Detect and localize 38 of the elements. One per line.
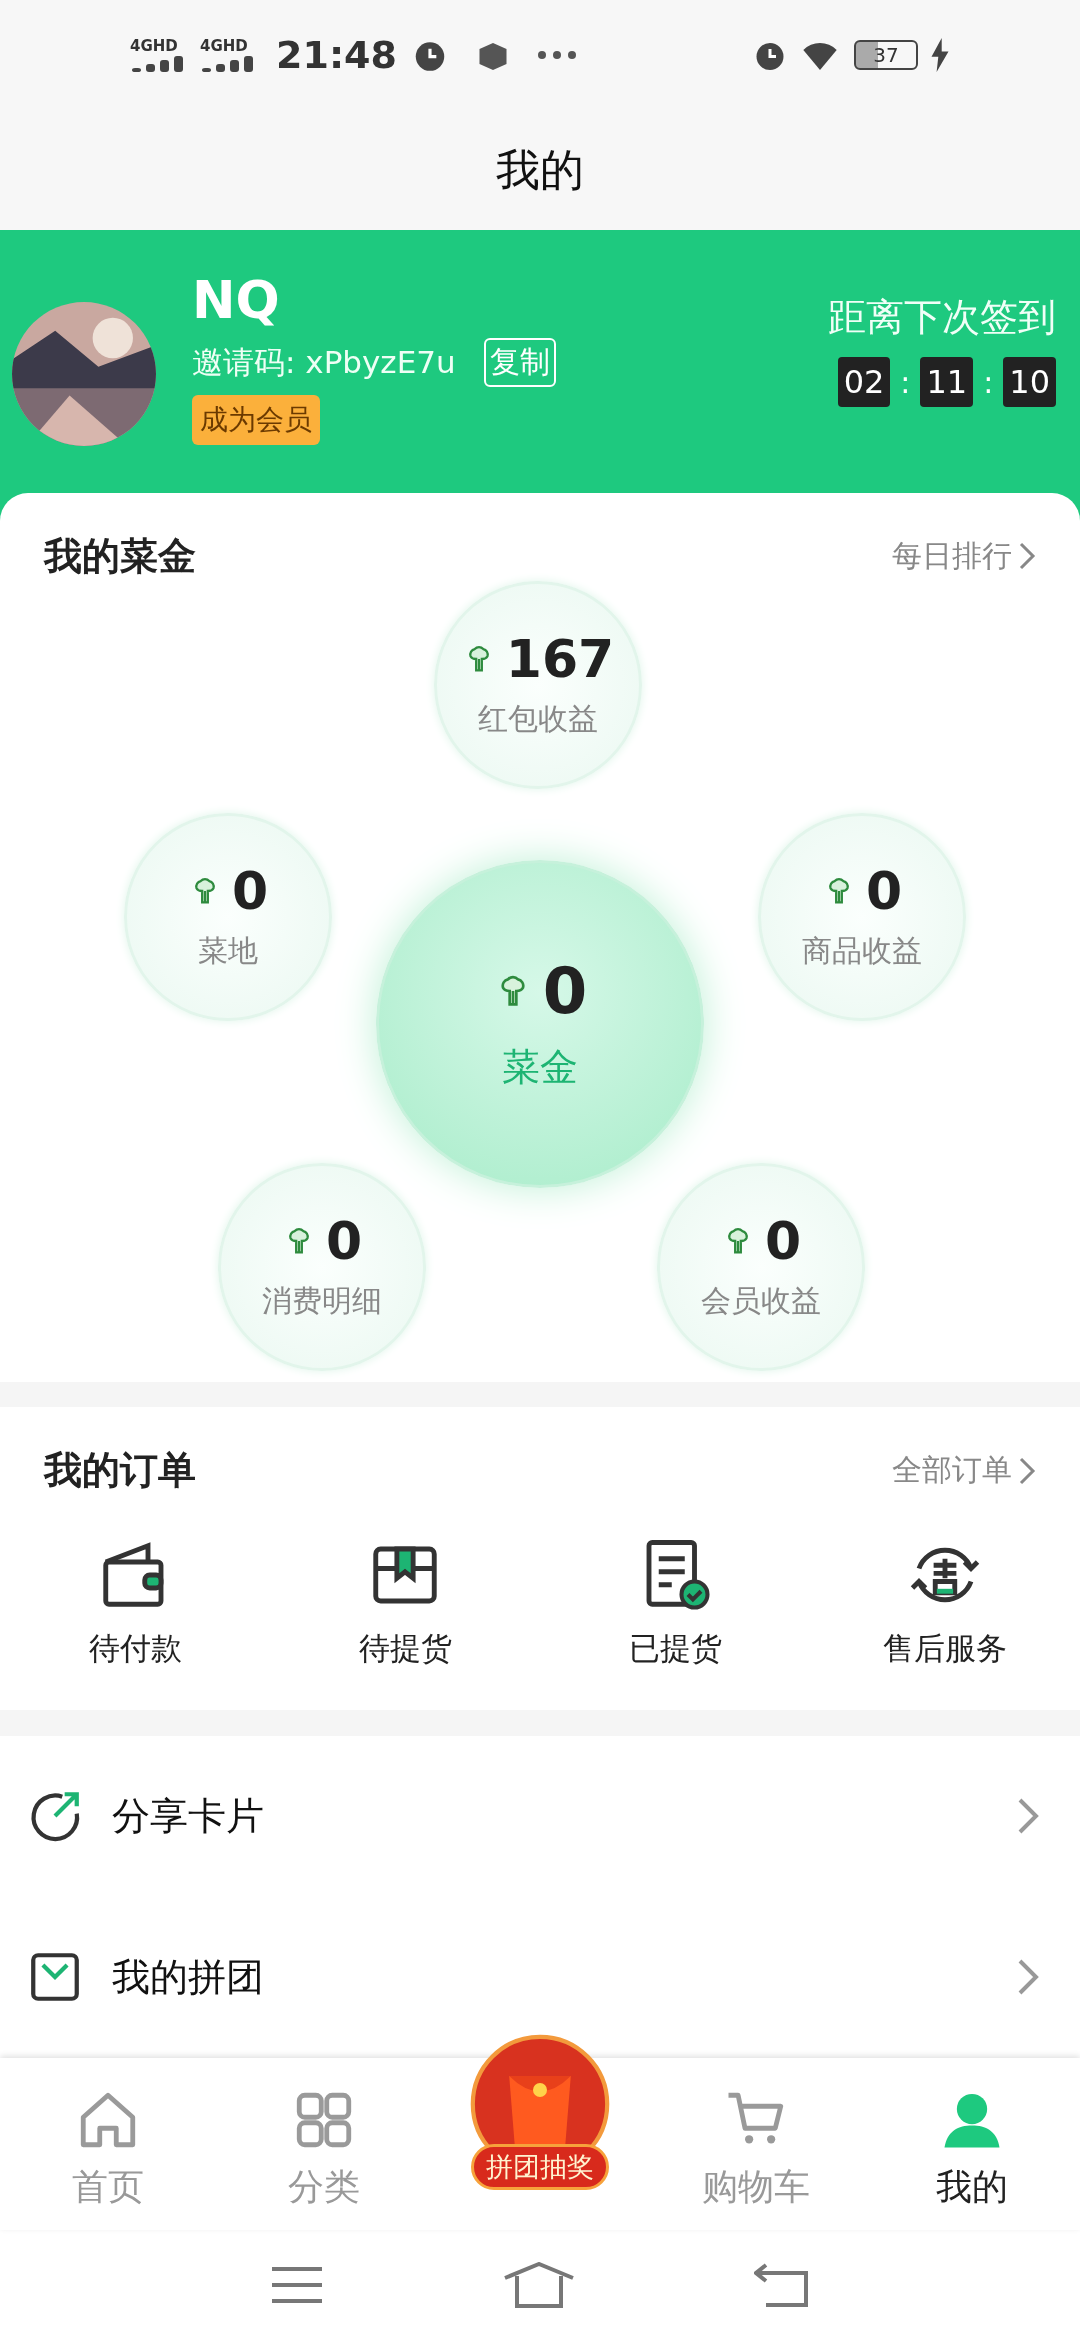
all-orders-link[interactable]: 全部订单 — [892, 1450, 1036, 1492]
balance-bubble[interactable]: 0 消费明细 — [218, 1162, 426, 1371]
countdown-separator: : — [983, 364, 994, 400]
order-status-label[interactable]: 待提货 — [358, 1628, 452, 1671]
countdown-label: 距离下次签到 — [828, 294, 1056, 341]
section-title: 我的订单 — [44, 1447, 196, 1495]
invite-code: 邀请码: xPbyzE7u — [192, 342, 456, 382]
menu-row[interactable]: 分享卡片 — [0, 1735, 1080, 1897]
charging-icon — [930, 38, 950, 72]
balance-bubble[interactable]: 167 红包收益 — [434, 580, 642, 789]
home-icon[interactable] — [503, 2262, 575, 2308]
nav-tab[interactable]: 我的 — [864, 2058, 1080, 2230]
countdown-digit: 02 — [837, 357, 891, 407]
user-name: NQ — [192, 270, 281, 330]
balance-bubble[interactable]: 0 菜地 — [124, 812, 332, 1021]
network-label: 4GHD — [130, 38, 178, 54]
order-status-label[interactable]: 待付款 — [88, 1628, 182, 1671]
more-icon — [536, 50, 577, 60]
order-status-label[interactable]: 售后服务 — [883, 1628, 1007, 1671]
balance-bubble[interactable]: 0 商品收益 — [758, 812, 966, 1021]
chevron-right-icon — [1018, 1455, 1036, 1486]
page-title: 我的 — [496, 142, 584, 197]
member-button[interactable]: 成为会员 — [192, 395, 320, 445]
battery-indicator: 37 — [854, 40, 918, 70]
chevron-right-icon — [1018, 541, 1036, 572]
status-time: 21:48 — [276, 33, 397, 77]
balance-bubble[interactable]: 0 菜金 — [376, 859, 704, 1188]
menu-row[interactable]: 我的拼团 — [0, 1896, 1080, 2058]
balance-bubble[interactable]: 0 会员收益 — [657, 1162, 865, 1371]
section-title: 我的菜金 — [44, 532, 196, 580]
countdown-digit: 10 — [1003, 357, 1056, 407]
order-status-label[interactable]: 已提货 — [628, 1628, 722, 1671]
back-icon[interactable] — [754, 2263, 811, 2307]
ranking-link[interactable]: 每日排行 — [892, 535, 1036, 577]
network-label: 4GHD — [200, 38, 248, 54]
countdown-separator: : — [900, 364, 911, 400]
countdown-digit: 11 — [920, 357, 974, 407]
menu-icon[interactable] — [269, 2265, 324, 2305]
